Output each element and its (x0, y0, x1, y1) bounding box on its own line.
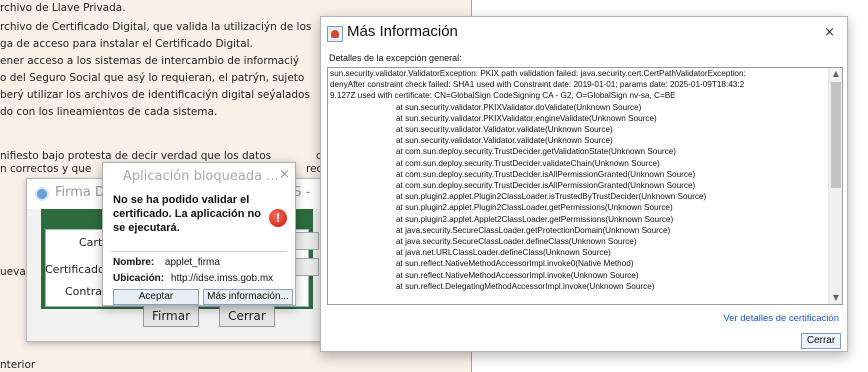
trace-line: at com.sun.deploy.security.TrustDecider.… (396, 147, 677, 157)
divider (111, 251, 287, 252)
trace-line: at java.net.URLClassLoader.defineClass(U… (396, 248, 611, 258)
blocked-dialog-title: Aplicación bloqueada ... (123, 169, 279, 184)
doc-line: rchivo de Certificado Digital, que valid… (0, 21, 312, 33)
password-label: Contra (65, 285, 102, 298)
firma-title: Firma Di (55, 185, 109, 200)
trace-line: at sun.security.validator.Validator.vali… (396, 136, 613, 146)
trace-line: at java.security.SecureClassLoader.defin… (396, 237, 637, 247)
doc-line: nifiesto bajo protesta de decir verdad q… (0, 150, 272, 162)
location-row: Ubicación: http://idse.imss.gob.mx (113, 273, 273, 284)
info-dialog-title: Más Información (347, 23, 458, 40)
trace-line: denyAfter constraint check failed: SHA1 … (330, 80, 745, 90)
vertical-scrollbar[interactable]: ▲ ▼ (828, 68, 842, 304)
location-label: Ubicación: (113, 273, 165, 284)
trace-line: at sun.security.validator.PKIXValidator.… (396, 102, 642, 112)
doc-line: n correctos y que (0, 163, 92, 175)
trace-line: at sun.reflect.DelegatingMethodAccessorI… (396, 281, 655, 291)
scroll-thumb[interactable] (831, 82, 841, 188)
doc-line: nterior (0, 359, 36, 371)
close-icon[interactable]: × (824, 25, 835, 40)
trace-line: at java.security.SecureClassLoader.getPr… (396, 225, 671, 235)
warning-icon: ! (269, 209, 287, 227)
doc-line: ener acceso a los sistemas de intercambi… (0, 55, 300, 67)
java-cup-icon (327, 26, 343, 42)
scroll-up-icon[interactable]: ▲ (829, 68, 842, 80)
doc-line: rchivo de Llave Privada. (0, 2, 126, 14)
certificate-details-link[interactable]: Ver detalles de certificación (723, 313, 839, 324)
trace-line: at com.sun.deploy.security.TrustDecider.… (396, 158, 660, 168)
trace-line: sun.security.validator.ValidatorExceptio… (330, 69, 746, 78)
stack-trace-text: sun.security.validator.ValidatorExceptio… (330, 68, 828, 292)
doc-line: ueva (0, 266, 26, 278)
more-info-dialog: Más Información × Detalles de la excepci… (320, 16, 848, 352)
trace-line: at sun.reflect.NativeMethodAccessorImpl.… (396, 259, 634, 269)
java-app-icon (35, 187, 49, 201)
name-value: applet_firma (164, 257, 220, 268)
exception-details-label: Detalles de la excepción general: (329, 53, 462, 63)
doc-line: do con los lineamientos de cada sistema. (0, 106, 218, 118)
name-row: Nombre: applet_firma (113, 257, 220, 268)
location-value: http://idse.imss.gob.mx (170, 273, 274, 284)
application-blocked-dialog: Aplicación bloqueada ... × No se ha podi… (102, 162, 296, 306)
blocked-message: No se ha podido validar el certificado. … (113, 194, 261, 234)
trace-line: at sun.security.validator.PKIXValidator.… (396, 113, 657, 123)
stack-trace-textarea[interactable]: sun.security.validator.ValidatorExceptio… (327, 67, 843, 305)
doc-line: ga de acceso para instalar el Certificad… (0, 38, 253, 50)
firma-close-button[interactable]: Cerrar (219, 305, 275, 327)
trace-line: at sun.security.validator.Validator.vali… (396, 125, 613, 135)
trace-line: at sun.plugin2.applet.Applet2ClassLoader… (396, 214, 674, 224)
sign-button[interactable]: Firmar (143, 305, 199, 327)
trace-line: at com.sun.deploy.security.TrustDecider.… (396, 181, 696, 191)
trace-line: at com.sun.deploy.security.TrustDecider.… (396, 169, 696, 179)
name-label: Nombre: (113, 257, 155, 268)
cert-file-label: Cart (79, 236, 103, 249)
certificate-label: Certificado (45, 263, 105, 276)
trace-line: at sun.plugin2.applet.Plugin2ClassLoader… (396, 192, 707, 202)
scroll-down-icon[interactable]: ▼ (829, 292, 842, 304)
more-info-button[interactable]: Más información... (203, 289, 293, 305)
close-button[interactable]: Cerrar (801, 333, 841, 349)
accept-button[interactable]: Aceptar (113, 289, 199, 305)
doc-line: o del Seguro Social que asý lo requieran… (0, 72, 305, 84)
trace-line: at sun.reflect.NativeMethodAccessorImpl.… (396, 270, 639, 280)
close-icon[interactable]: × (279, 167, 290, 182)
trace-line: at sun.plugin2.applet.Plugin2ClassLoader… (396, 203, 673, 213)
doc-line: berý utilizar los archivos de identifica… (0, 89, 310, 101)
trace-line: 9.127Z used with certificate: CN=GlobalS… (330, 91, 676, 101)
